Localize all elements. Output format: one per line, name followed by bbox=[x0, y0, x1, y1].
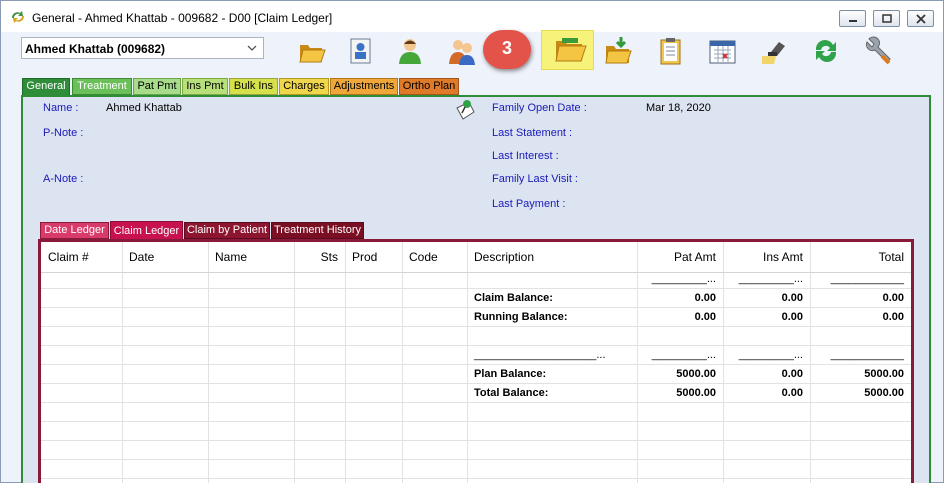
plan-balance-total: 5000.00 bbox=[864, 368, 904, 380]
last-interest-label: Last Interest : bbox=[492, 150, 559, 162]
subtab-claim-ledger[interactable]: Claim Ledger bbox=[110, 221, 183, 241]
claim-balance-pat: 0.00 bbox=[694, 292, 716, 304]
name-value: Ahmed Khattab bbox=[106, 102, 182, 114]
tab-ortho-plan[interactable]: Ortho Plan bbox=[399, 78, 459, 95]
family-last-visit-label: Family Last Visit : bbox=[492, 173, 578, 185]
claim-balance-total: 0.00 bbox=[882, 292, 904, 304]
open-folder-icon bbox=[299, 45, 326, 63]
maximize-button[interactable] bbox=[873, 10, 900, 27]
rule-ins-amt-2: _________... bbox=[738, 349, 803, 361]
family-icon bbox=[449, 40, 475, 65]
pnote-label: P-Note : bbox=[43, 127, 84, 139]
col-header-description[interactable]: Description bbox=[467, 242, 637, 272]
folder-download-icon bbox=[605, 37, 632, 64]
claim-ledger-window: General - Ahmed Khattab - 009682 - D00 [… bbox=[0, 0, 944, 483]
claim-ledger-grid[interactable]: Claim # Date Name Sts Prod Code Descript… bbox=[38, 239, 914, 483]
subtab-date-ledger[interactable]: Date Ledger bbox=[40, 222, 109, 239]
refresh-button[interactable] bbox=[809, 34, 843, 68]
family-button[interactable] bbox=[445, 34, 479, 68]
subtab-treatment-history[interactable]: Treatment History bbox=[271, 222, 364, 239]
stamp-button[interactable] bbox=[757, 34, 791, 68]
minimize-icon bbox=[849, 20, 857, 22]
open-folder-button[interactable] bbox=[295, 34, 329, 68]
col-header-total[interactable]: Total bbox=[810, 242, 911, 272]
folder-download-button[interactable] bbox=[601, 34, 635, 68]
clipboard-button[interactable] bbox=[653, 34, 687, 68]
rule-total-2: ____________ bbox=[830, 349, 904, 361]
tab-bulk-ins[interactable]: Bulk Ins bbox=[229, 78, 278, 95]
toolbar: Ahmed Khattab (009682) 3 bbox=[1, 30, 943, 76]
claim-ledger-folder-button[interactable] bbox=[541, 30, 594, 70]
close-button[interactable] bbox=[907, 10, 934, 27]
running-balance-ins: 0.00 bbox=[781, 311, 803, 323]
rule-total: ____________ bbox=[830, 273, 904, 285]
plan-balance-ins: 0.00 bbox=[781, 368, 803, 380]
plan-balance-label: Plan Balance: bbox=[474, 368, 547, 380]
wrench-icon bbox=[865, 36, 891, 65]
stamp-icon bbox=[762, 42, 785, 64]
app-icon bbox=[12, 11, 24, 23]
refresh-icon bbox=[815, 40, 837, 62]
plan-balance-pat: 5000.00 bbox=[676, 368, 716, 380]
rule-pat-amt: _________... bbox=[651, 273, 716, 285]
subtab-claim-by-patient[interactable]: Claim by Patient bbox=[184, 222, 270, 239]
close-icon bbox=[916, 14, 926, 24]
col-header-name[interactable]: Name bbox=[208, 242, 294, 272]
chevron-down-icon bbox=[247, 45, 257, 51]
patient-select[interactable]: Ahmed Khattab (009682) bbox=[21, 37, 264, 59]
total-balance-label: Total Balance: bbox=[474, 387, 549, 399]
last-statement-label: Last Statement : bbox=[492, 127, 573, 139]
col-header-code[interactable]: Code bbox=[402, 242, 467, 272]
tab-pat-pmt[interactable]: Pat Pmt bbox=[133, 78, 181, 95]
rule-ins-amt: _________... bbox=[738, 273, 803, 285]
calendar-icon bbox=[709, 40, 736, 64]
folder-highlight-icon bbox=[555, 38, 587, 62]
step-callout-number: 3 bbox=[501, 38, 512, 58]
col-header-prod[interactable]: Prod bbox=[345, 242, 402, 272]
last-payment-label: Last Payment : bbox=[492, 198, 566, 210]
family-open-date-label: Family Open Date : bbox=[492, 102, 587, 114]
claim-balance-label: Claim Balance: bbox=[474, 292, 553, 304]
patient-button[interactable] bbox=[393, 34, 427, 68]
patient-card-icon bbox=[350, 38, 371, 64]
col-header-claim[interactable]: Claim # bbox=[41, 242, 122, 272]
claim-balance-ins: 0.00 bbox=[781, 292, 803, 304]
total-balance-pat: 5000.00 bbox=[676, 387, 716, 399]
col-header-pat-amt[interactable]: Pat Amt bbox=[637, 242, 723, 272]
total-balance-ins: 0.00 bbox=[781, 387, 803, 399]
patient-card-button[interactable] bbox=[343, 34, 377, 68]
patient-select-value: Ahmed Khattab (009682) bbox=[25, 42, 166, 56]
col-header-ins-amt[interactable]: Ins Amt bbox=[723, 242, 810, 272]
rule-description: ____________________... bbox=[474, 349, 606, 361]
minimize-button[interactable] bbox=[839, 10, 866, 27]
running-balance-pat: 0.00 bbox=[694, 311, 716, 323]
settings-button[interactable] bbox=[861, 34, 895, 68]
family-open-date-value: Mar 18, 2020 bbox=[646, 102, 711, 114]
window-title: General - Ahmed Khattab - 009682 - D00 [… bbox=[32, 11, 333, 25]
calendar-button[interactable] bbox=[705, 34, 739, 68]
tab-charges[interactable]: Charges bbox=[279, 78, 329, 95]
tab-ins-pmt[interactable]: Ins Pmt bbox=[182, 78, 228, 95]
maximize-icon bbox=[882, 14, 892, 23]
col-header-sts[interactable]: Sts bbox=[294, 242, 345, 272]
total-balance-total: 5000.00 bbox=[864, 387, 904, 399]
step-callout-badge: 3 bbox=[483, 30, 531, 69]
running-balance-total: 0.00 bbox=[882, 311, 904, 323]
anote-label: A-Note : bbox=[43, 173, 84, 185]
title-bar: General - Ahmed Khattab - 009682 - D00 [… bbox=[1, 1, 943, 32]
tab-treatment[interactable]: Treatment bbox=[72, 78, 132, 95]
note-pin-icon[interactable] bbox=[453, 98, 477, 122]
tab-adjustments[interactable]: Adjustments bbox=[330, 78, 398, 95]
clipboard-icon bbox=[660, 38, 681, 65]
col-header-date[interactable]: Date bbox=[122, 242, 208, 272]
person-icon bbox=[399, 39, 421, 64]
running-balance-label: Running Balance: bbox=[474, 311, 568, 323]
rule-pat-amt-2: _________... bbox=[651, 349, 716, 361]
name-label: Name : bbox=[43, 102, 79, 114]
